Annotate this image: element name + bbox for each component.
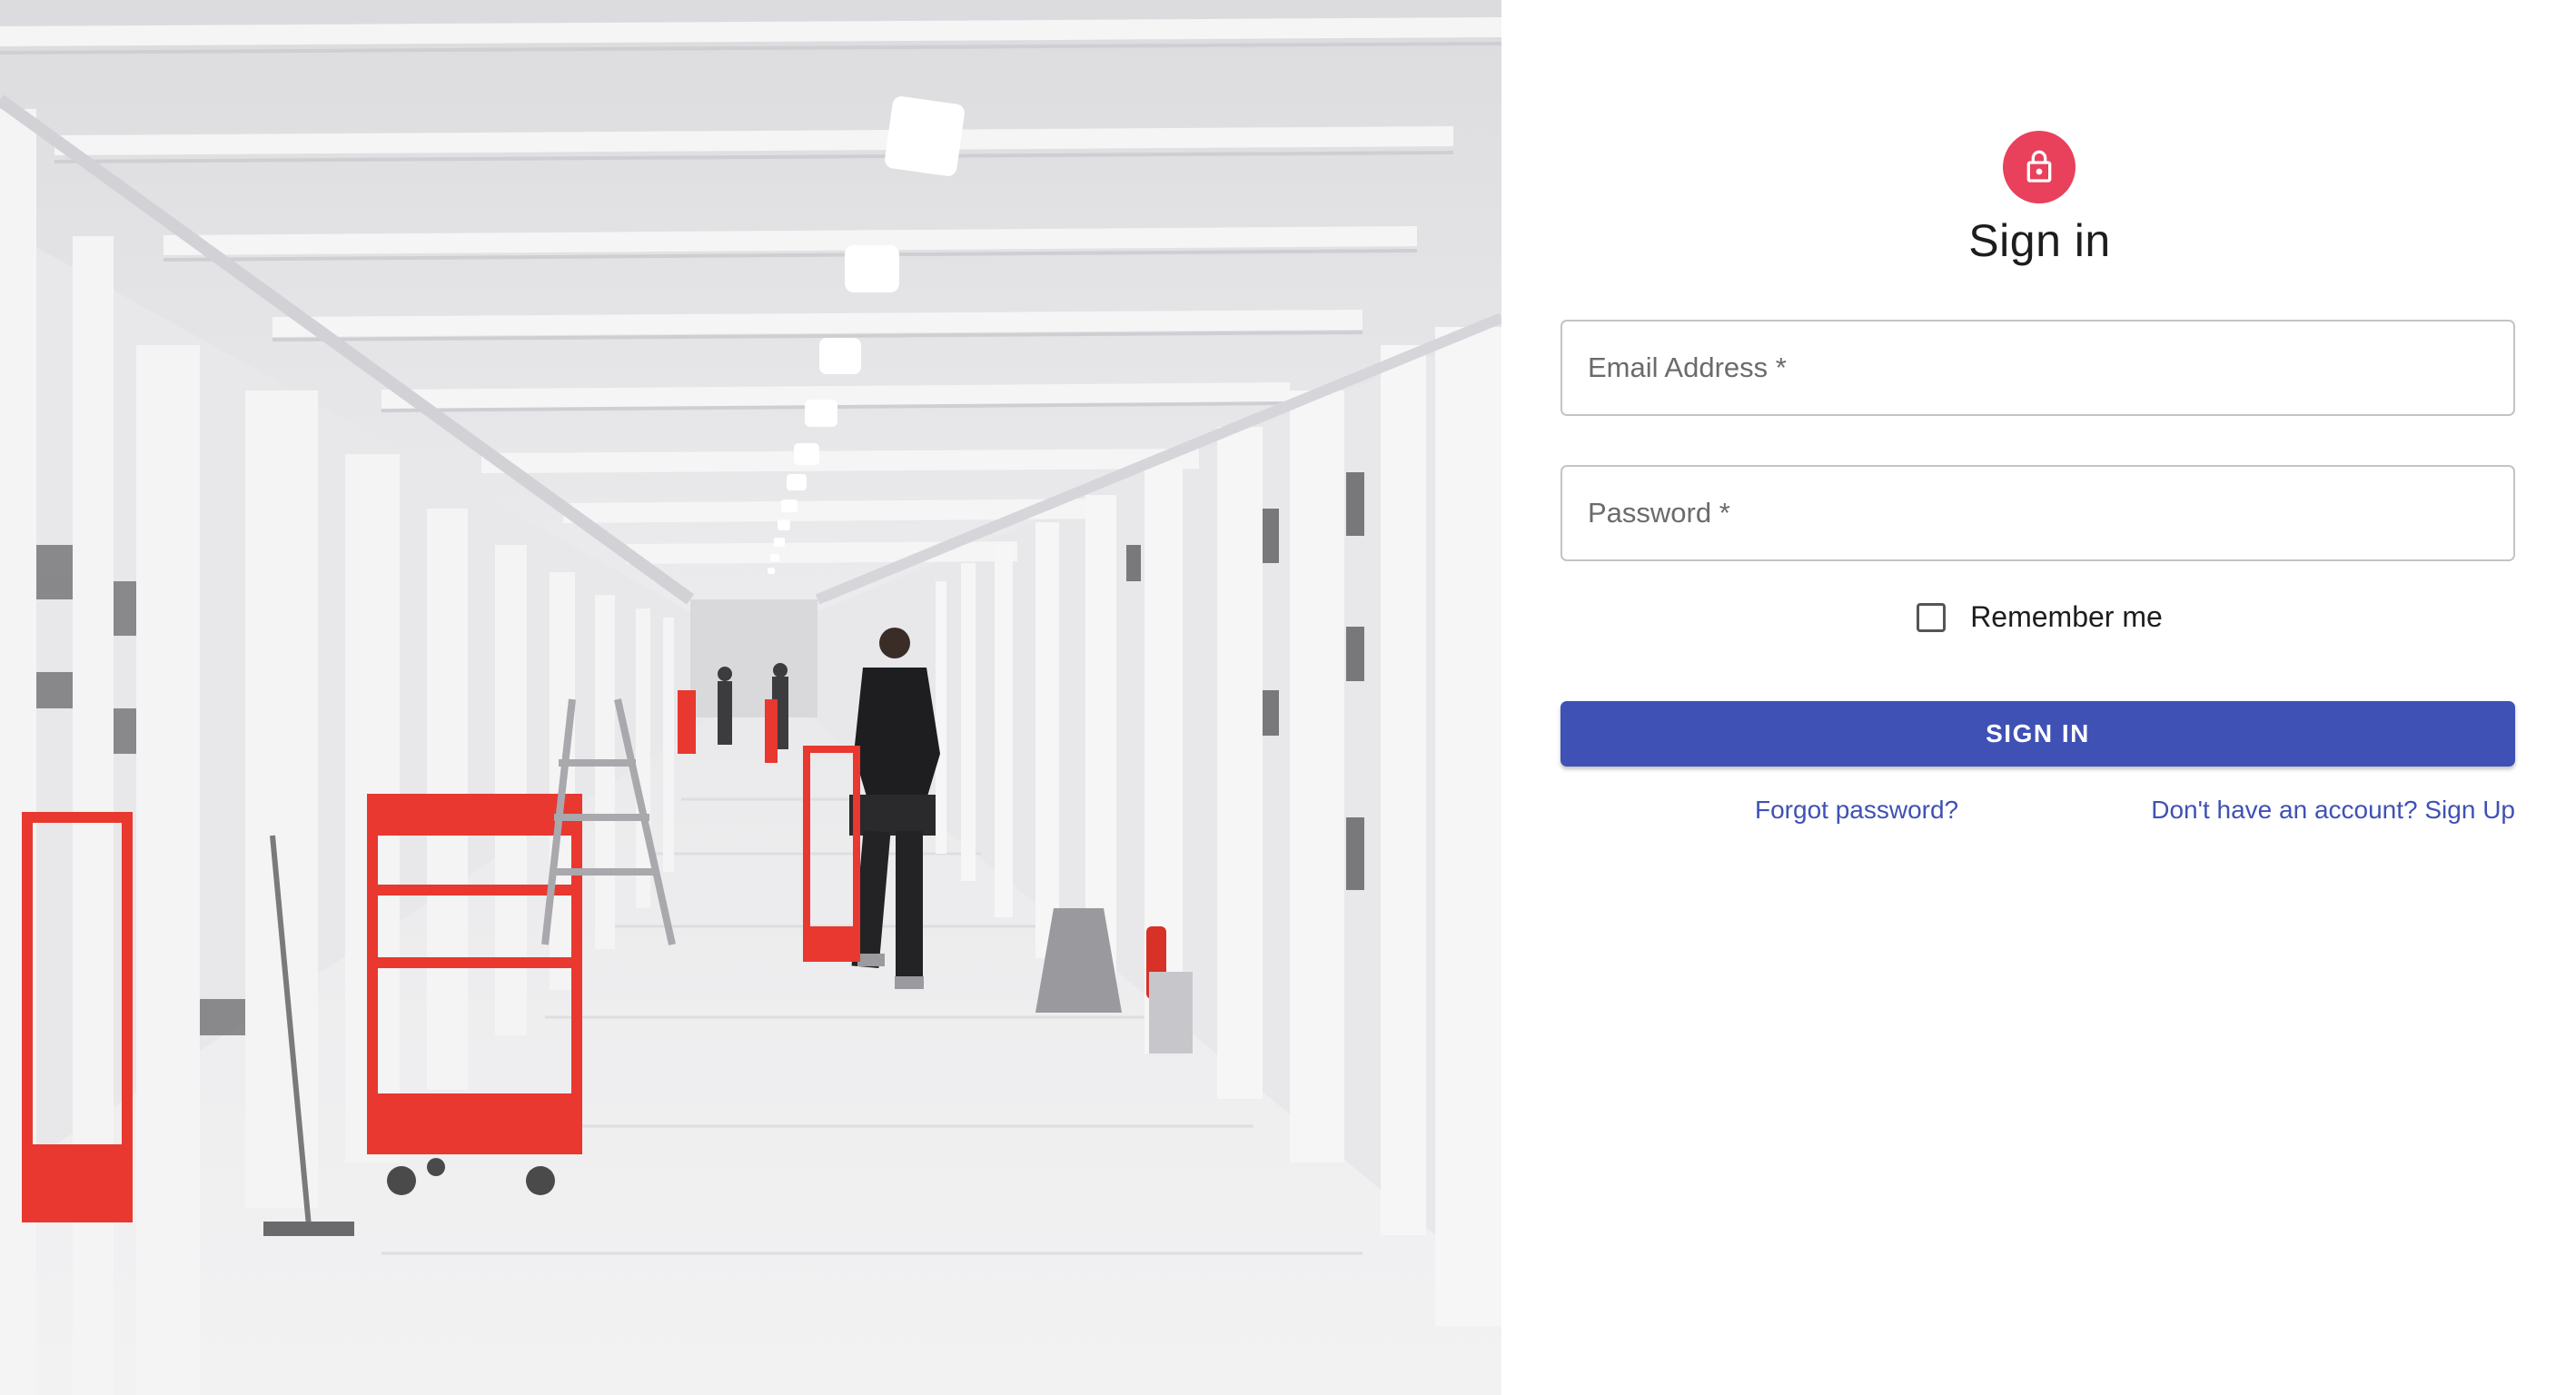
signin-panel: Sign in Remember me SIGN IN Forgot passw… — [1501, 0, 2576, 1395]
lock-icon — [2026, 150, 2052, 183]
email-field[interactable] — [1562, 322, 2513, 414]
password-field-container — [1560, 465, 2515, 561]
login-page: Sign in Remember me SIGN IN Forgot passw… — [0, 0, 2576, 1395]
page-title: Sign in — [1968, 215, 2111, 266]
password-field[interactable] — [1562, 467, 2513, 559]
forgot-password-link[interactable]: Forgot password? — [1755, 796, 1958, 825]
remember-me-row: Remember me — [1560, 600, 2519, 634]
avatar — [2003, 131, 2076, 203]
auth-links: Forgot password? Don't have an account? … — [1560, 796, 2515, 832]
sign-in-button[interactable]: SIGN IN — [1560, 701, 2515, 767]
warehouse-illustration — [0, 0, 1501, 1395]
remember-me-checkbox[interactable] — [1917, 602, 1947, 632]
email-field-container — [1560, 320, 2515, 416]
hero-image — [0, 0, 1501, 1395]
remember-me-label[interactable]: Remember me — [1970, 600, 2163, 634]
sign-up-link[interactable]: Don't have an account? Sign Up — [2151, 796, 2515, 825]
